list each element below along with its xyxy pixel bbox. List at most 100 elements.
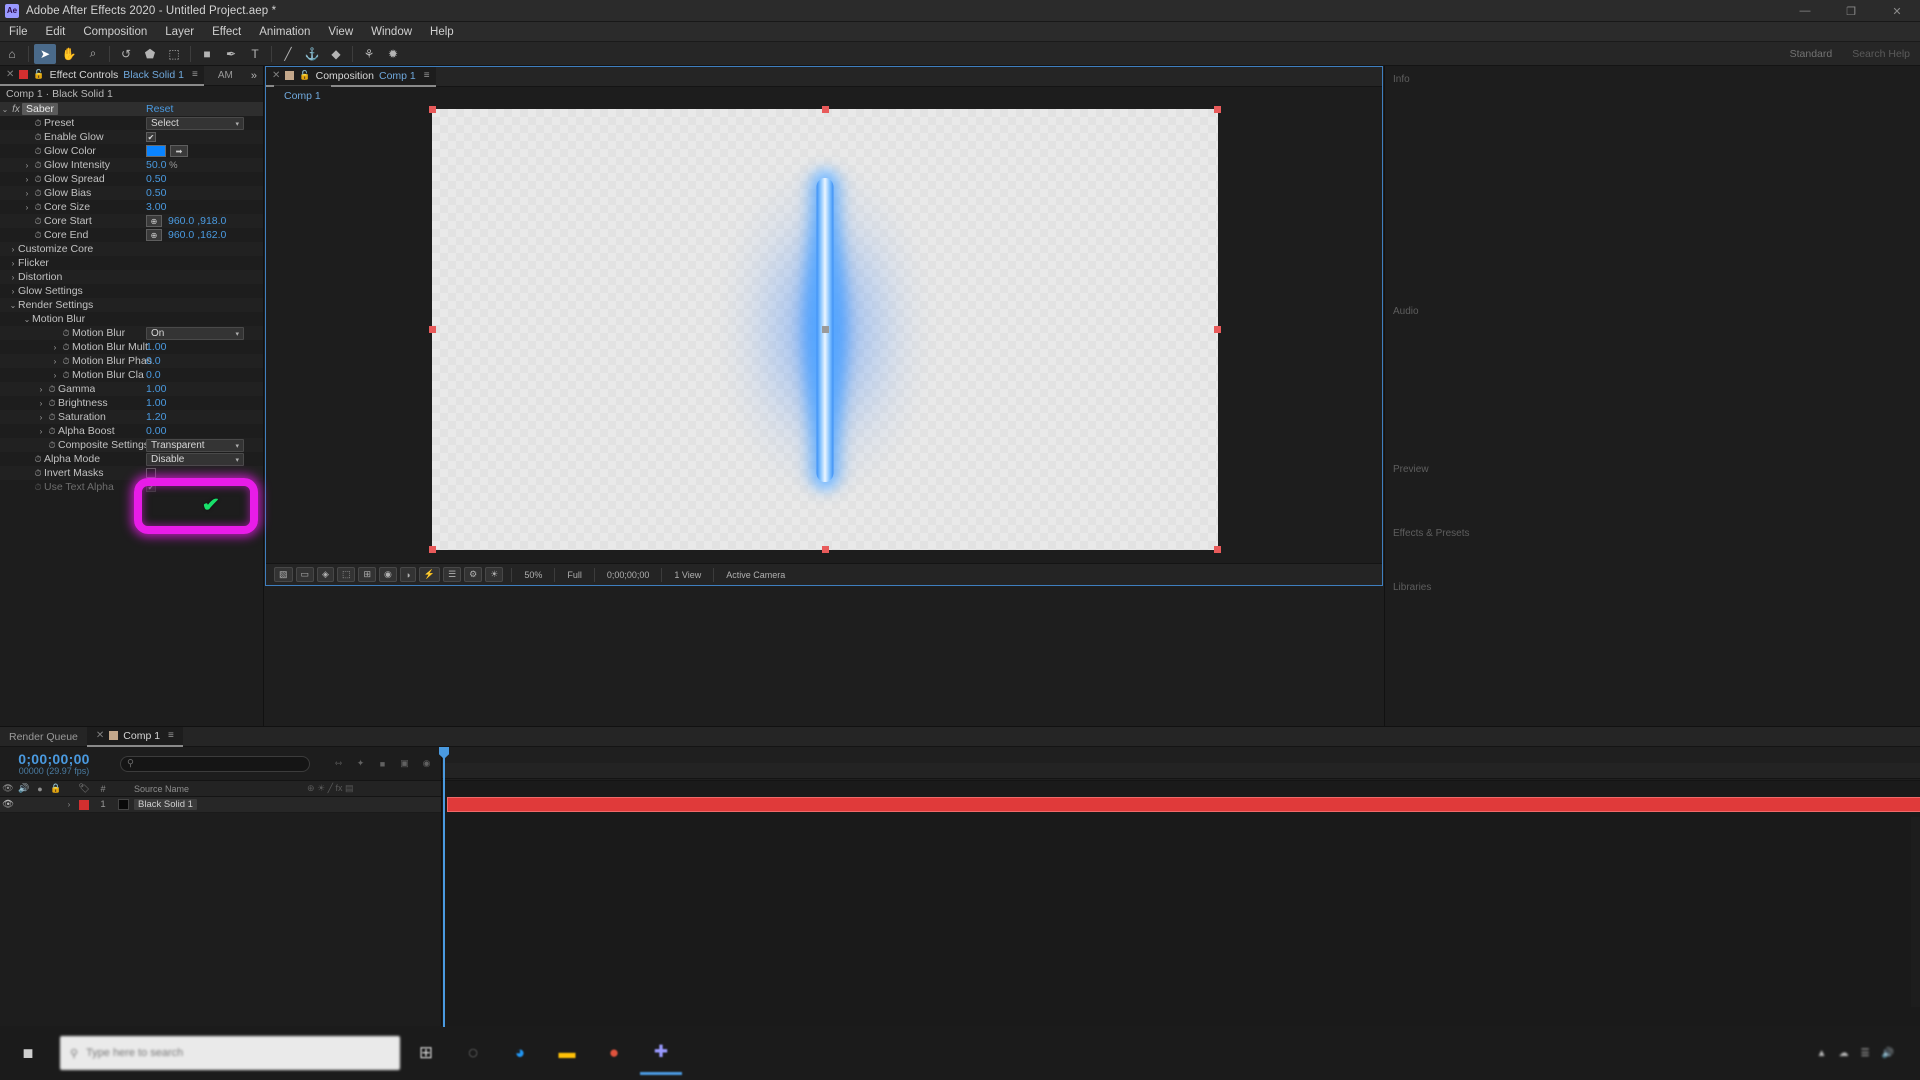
expand-arrow[interactable]: ›	[50, 371, 60, 380]
param-row-brightness[interactable]: › ⏱ Brightness 1.00	[0, 396, 263, 410]
expand-arrow[interactable]: ›	[8, 287, 18, 296]
stopwatch-icon[interactable]: ⏱	[46, 440, 58, 451]
menu-help[interactable]: Help	[421, 24, 463, 40]
reset-link[interactable]: Reset	[146, 103, 173, 115]
menu-file[interactable]: File	[0, 24, 37, 40]
stopwatch-icon[interactable]: ⏱	[32, 468, 44, 479]
stopwatch-icon[interactable]: ⏱	[60, 342, 72, 353]
param-row-alpha-boost[interactable]: › ⏱ Alpha Boost 0.00	[0, 424, 263, 438]
tray-network-icon[interactable]: ☰	[1861, 1048, 1870, 1059]
anchor-point-handle[interactable]	[822, 326, 829, 333]
point-picker-icon[interactable]: ⊕	[146, 229, 162, 241]
stopwatch-icon[interactable]: ⏱	[60, 328, 72, 339]
expand-arrow[interactable]: ›	[8, 245, 18, 254]
chrome-icon[interactable]: ●	[593, 1031, 635, 1075]
param-value[interactable]: 0.0	[146, 369, 161, 381]
panel-menu-icon[interactable]: ≡	[168, 730, 174, 741]
close-button[interactable]: ✕	[1874, 0, 1920, 22]
expand-arrow[interactable]: ›	[22, 161, 32, 170]
eyedropper-icon[interactable]: ➡	[170, 145, 188, 157]
enable-frame-blending-icon[interactable]: ▣	[396, 756, 413, 771]
reset-exposure-icon[interactable]: ☀	[485, 567, 504, 582]
stopwatch-icon[interactable]: ⏱	[32, 202, 44, 213]
param-dropdown[interactable]: Transparent ▾	[146, 439, 244, 452]
current-time-display[interactable]: 0;00;00;00	[6, 751, 102, 767]
stopwatch-icon[interactable]: ⏱	[32, 132, 44, 143]
point-picker-icon[interactable]: ⊕	[146, 215, 162, 227]
stopwatch-icon[interactable]: ⏱	[32, 230, 44, 241]
lock-icon[interactable]: 🔓	[33, 69, 44, 80]
panel-menu-icon[interactable]: ≡	[424, 70, 430, 81]
menu-edit[interactable]: Edit	[37, 24, 75, 40]
playhead[interactable]	[439, 747, 449, 1027]
stopwatch-icon[interactable]: ⏱	[32, 174, 44, 185]
param-row-motion-blur-cla[interactable]: › ⏱ Motion Blur Cla 0.0	[0, 368, 263, 382]
point-value[interactable]: 960.0 ,918.0	[168, 215, 226, 227]
panel-label-info[interactable]: Info	[1385, 74, 1920, 85]
stopwatch-icon[interactable]: ⏱	[32, 482, 44, 493]
param-checkbox[interactable]	[146, 468, 156, 478]
toggle-transparency-grid-icon[interactable]: ▧	[274, 567, 293, 582]
param-row-composite-settings[interactable]: ⏱ Composite Settings Transparent ▾	[0, 438, 263, 452]
layer-color-swatch[interactable]	[79, 799, 89, 810]
clone-stamp-tool-icon[interactable]: ⚓	[301, 44, 323, 64]
type-tool-icon[interactable]: T	[244, 44, 266, 64]
workspace-standard-label[interactable]: Standard	[1780, 48, 1843, 60]
param-row-glow-spread[interactable]: › ⏱ Glow Spread 0.50	[0, 172, 263, 186]
param-value[interactable]: 0.50	[146, 173, 166, 185]
stopwatch-icon[interactable]: ⏱	[46, 412, 58, 423]
selection-handle-tl[interactable]	[429, 106, 436, 113]
taskbar-search-input[interactable]: ⚲ Type here to search	[60, 1036, 400, 1070]
effect-header-saber[interactable]: ⌄ fx Saber Reset	[0, 102, 263, 116]
windows-start-icon[interactable]: ■	[6, 1031, 50, 1075]
home-icon[interactable]: ⌂	[1, 44, 23, 64]
close-icon[interactable]: ✕	[96, 730, 104, 741]
param-value[interactable]: 1.00	[146, 341, 166, 353]
selection-handle-bl[interactable]	[429, 546, 436, 553]
param-row-motion-blur-phas[interactable]: › ⏱ Motion Blur Phas 0.0	[0, 354, 263, 368]
tab-comp-1[interactable]: ✕ Comp 1 ≡	[86, 726, 183, 747]
stopwatch-icon[interactable]: ⏱	[32, 454, 44, 465]
stopwatch-icon[interactable]: ⏱	[60, 370, 72, 381]
param-row-distortion[interactable]: › Distortion	[0, 270, 263, 284]
param-value[interactable]: 0.50	[146, 187, 166, 199]
param-value[interactable]: 1.00	[146, 383, 166, 395]
param-value[interactable]: 1.20	[146, 411, 166, 423]
stopwatch-icon[interactable]: ⏱	[60, 356, 72, 367]
minimize-button[interactable]: —	[1782, 0, 1828, 22]
menu-composition[interactable]: Composition	[74, 24, 156, 40]
param-value[interactable]: 0.00	[146, 425, 166, 437]
edge-browser-icon[interactable]: ◕	[499, 1031, 541, 1075]
resolution-value[interactable]: Full	[563, 567, 586, 582]
menu-layer[interactable]: Layer	[156, 24, 203, 40]
tray-volume-icon[interactable]: 🔊	[1882, 1048, 1894, 1059]
chevron-down-icon[interactable]: ▾	[235, 456, 239, 464]
after-effects-icon[interactable]: ✚	[640, 1031, 682, 1075]
chevron-down-icon[interactable]: ▾	[235, 442, 239, 450]
comp-flowchart-icon[interactable]: ⚙	[464, 567, 483, 582]
effect-name[interactable]: Saber	[22, 103, 59, 115]
close-icon[interactable]: ✕	[6, 69, 14, 80]
selection-tool-icon[interactable]: ➤	[34, 43, 56, 64]
selection-handle-mr[interactable]	[1214, 326, 1221, 333]
hide-shy-layers-icon[interactable]: ■	[374, 756, 391, 771]
fast-previews-icon[interactable]: ⚡	[418, 567, 441, 582]
param-row-motion-blur[interactable]: ⏱ Motion Blur On ▾	[0, 326, 263, 340]
selection-handle-ml[interactable]	[429, 326, 436, 333]
chevron-down-icon[interactable]: ▾	[235, 330, 239, 338]
shape-tool-icon[interactable]: ■	[196, 44, 218, 64]
selection-handle-bc[interactable]	[822, 546, 829, 553]
pen-tool-icon[interactable]: ✒	[220, 44, 242, 64]
audio-toggle-icon[interactable]: 🔊	[16, 783, 32, 794]
menu-view[interactable]: View	[319, 24, 362, 40]
expand-arrow[interactable]: ⌄	[8, 301, 18, 310]
param-row-invert-masks[interactable]: ⏱ Invert Masks	[0, 466, 263, 480]
param-row-core-size[interactable]: › ⏱ Core Size 3.00	[0, 200, 263, 214]
maximize-button[interactable]: ❐	[1828, 0, 1874, 22]
param-row-alpha-mode[interactable]: ⏱ Alpha Mode Disable ▾	[0, 452, 263, 466]
active-camera-value[interactable]: Active Camera	[722, 567, 789, 582]
expand-arrow[interactable]: ›	[36, 385, 46, 394]
panel-menu-icon[interactable]: ≡	[192, 69, 198, 80]
hand-tool-icon[interactable]: ✋	[58, 44, 80, 64]
param-row-flicker[interactable]: › Flicker	[0, 256, 263, 270]
